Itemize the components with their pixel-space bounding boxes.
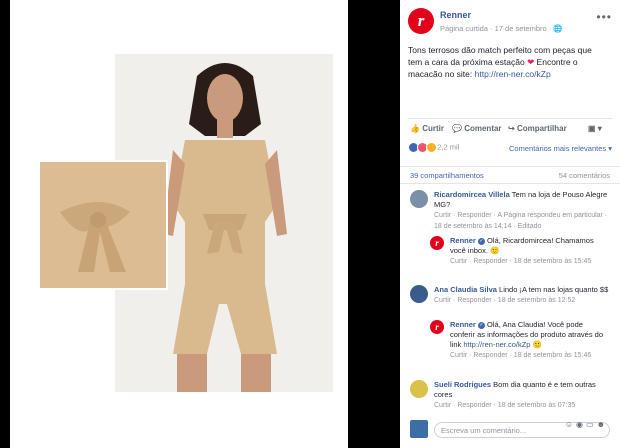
reply-author[interactable]: Renner	[450, 320, 476, 329]
post-sidebar: r Renner Página curtida · 17 de setembro…	[400, 0, 620, 448]
wow-reaction-icon	[426, 142, 437, 153]
post-counts: 39 compartilhamentos 54 comentários	[400, 166, 620, 184]
audience-selector[interactable]: ▣ ▾	[588, 124, 602, 133]
share-button[interactable]: ↪ Compartilhar	[508, 124, 567, 133]
gif-icon[interactable]: ▭	[586, 420, 597, 429]
commenter-name[interactable]: Sueli Rodrigues	[434, 380, 491, 389]
comment-actions[interactable]: Curtir · Responder · A Página respondeu …	[434, 212, 607, 230]
composer-icons: ☺◉▭☻	[565, 420, 608, 429]
page-avatar	[410, 420, 428, 438]
avatar[interactable]	[410, 285, 428, 303]
comment-sort-dropdown[interactable]: Comentários mais relevantes ▾	[509, 144, 612, 153]
like-button[interactable]: 👍 Curtir	[410, 124, 444, 133]
reply-actions[interactable]: Curtir · Responder · 18 de setembro às 1…	[450, 352, 591, 359]
post-link[interactable]: http://ren-ner.co/kZp	[475, 69, 551, 79]
renner-avatar[interactable]: r	[430, 320, 444, 334]
share-arrow-icon: ↪	[508, 124, 515, 133]
detail-photo	[38, 160, 168, 290]
reaction-icons[interactable]	[408, 142, 437, 153]
more-options-icon[interactable]: •••	[596, 10, 612, 24]
comment-actions[interactable]: Curtir · Responder · 18 de setembro às 0…	[434, 402, 575, 409]
thumbs-up-icon: 👍	[410, 124, 420, 133]
post-text: Tons terrosos dão match perfeito com peç…	[408, 45, 592, 79]
comment-count[interactable]: 54 comentários	[559, 171, 610, 180]
comment-actions[interactable]: Curtir · Responder · 18 de setembro às 1…	[434, 297, 575, 304]
reply-author[interactable]: Renner	[450, 236, 476, 245]
verified-badge-icon: ✓	[477, 237, 485, 245]
reply-link[interactable]: http://ren-ner.co/kZp	[463, 340, 530, 349]
renner-avatar[interactable]: r	[430, 236, 444, 250]
post-header: r Renner Página curtida · 17 de setembro…	[408, 8, 612, 38]
reactions-row: 2,2 mil Comentários mais relevantes ▾	[408, 142, 612, 160]
photo-viewer	[0, 0, 348, 448]
action-bar: 👍 Curtir 💬 Comentar ↪ Compartilhar ▣ ▾	[408, 118, 612, 139]
camera-icon[interactable]: ◉	[576, 420, 586, 429]
commenter-name[interactable]: Ana Claudia Silva	[434, 285, 497, 294]
comment-button[interactable]: 💬 Comentar	[452, 124, 502, 133]
share-count[interactable]: 39 compartilhamentos	[410, 171, 484, 180]
avatar[interactable]	[410, 380, 428, 398]
photo[interactable]	[10, 0, 348, 448]
avatar[interactable]	[410, 190, 428, 208]
verified-badge-icon: ✓	[477, 321, 485, 329]
reply-actions[interactable]: Curtir · Responder · 18 de setembro às 1…	[450, 258, 591, 265]
comment-text: Lindo ¡A tem nas lojas quanto $$	[496, 285, 609, 294]
comment-composer: Escreva um comentário... ☺◉▭☻	[410, 420, 612, 442]
page-name[interactable]: Renner	[440, 10, 471, 20]
commenter-name[interactable]: Ricardomircea Villela	[434, 190, 510, 199]
reaction-count[interactable]: 2,2 mil	[437, 143, 459, 152]
emoji-icon[interactable]: ☺	[565, 420, 576, 429]
sticker-icon[interactable]: ☻	[597, 420, 608, 429]
post-meta: Página curtida · 17 de setembro · 🌐	[440, 24, 563, 33]
page-avatar-icon: ▣	[588, 124, 596, 133]
renner-logo[interactable]: r	[408, 8, 434, 34]
globe-icon: 🌐	[553, 24, 563, 33]
speech-bubble-icon: 💬	[452, 124, 462, 133]
